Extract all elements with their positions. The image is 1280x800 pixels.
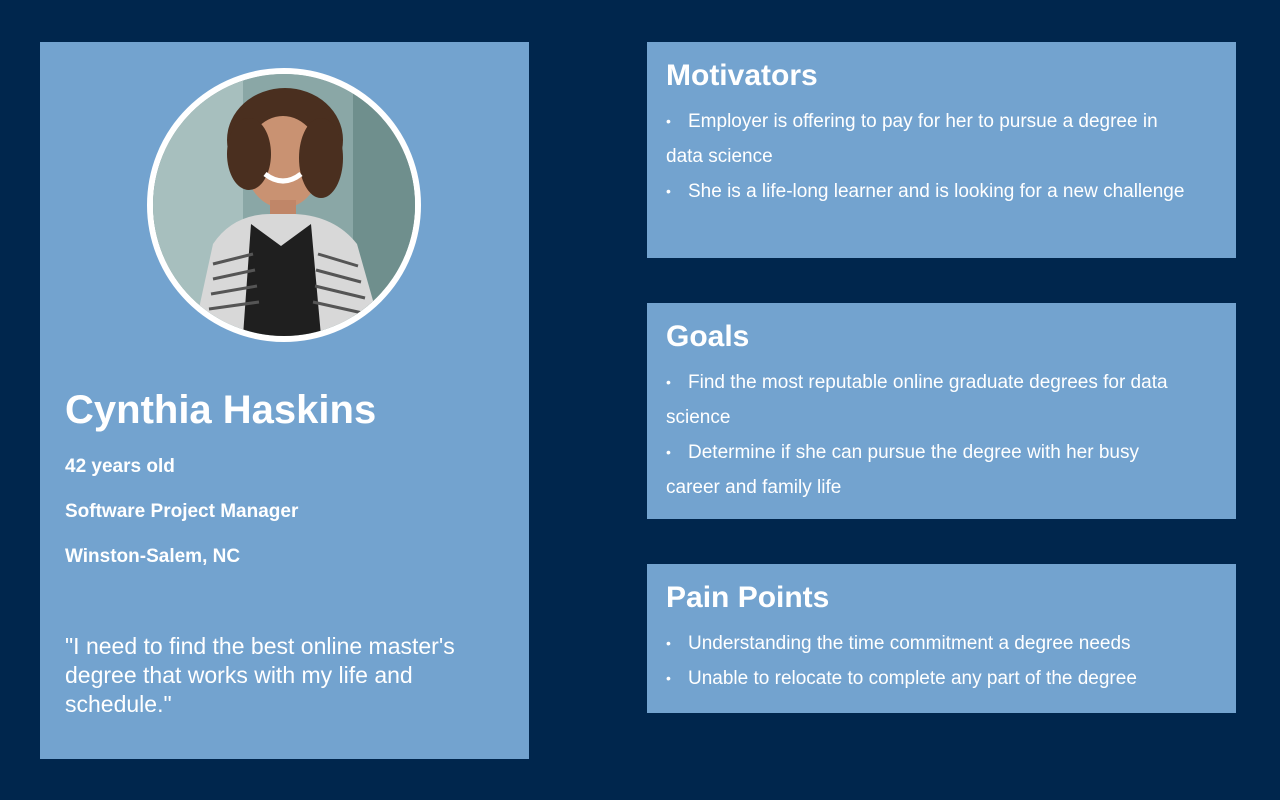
avatar <box>147 68 421 342</box>
goals-list: Find the most reputable online graduate … <box>666 365 1222 505</box>
goals-panel: Goals Find the most reputable online gra… <box>647 303 1236 519</box>
persona-job-title: Software Project Manager <box>65 501 299 522</box>
person-photo-icon <box>153 74 415 336</box>
list-item: Determine if she can pursue the degree w… <box>666 435 1222 505</box>
list-item: Find the most reputable online graduate … <box>666 365 1222 435</box>
pain-points-panel: Pain Points Understanding the time commi… <box>647 564 1236 713</box>
persona-age: 42 years old <box>65 456 175 477</box>
pain-points-list: Understanding the time commitment a degr… <box>666 626 1222 696</box>
pain-points-title: Pain Points <box>666 581 830 614</box>
motivators-list: Employer is offering to pay for her to p… <box>666 104 1222 209</box>
profile-card: Cynthia Haskins 42 years old Software Pr… <box>40 42 529 759</box>
list-item: She is a life-long learner and is lookin… <box>666 174 1222 209</box>
motivators-title: Motivators <box>666 59 818 92</box>
goals-title: Goals <box>666 320 750 353</box>
motivators-panel: Motivators Employer is offering to pay f… <box>647 42 1236 258</box>
persona-quote: "I need to find the best online master's… <box>65 633 455 717</box>
persona-name: Cynthia Haskins <box>65 388 377 432</box>
list-item: Employer is offering to pay for her to p… <box>666 104 1222 174</box>
persona-location: Winston-Salem, NC <box>65 546 241 567</box>
list-item: Unable to relocate to complete any part … <box>666 661 1222 696</box>
list-item: Understanding the time commitment a degr… <box>666 626 1222 661</box>
